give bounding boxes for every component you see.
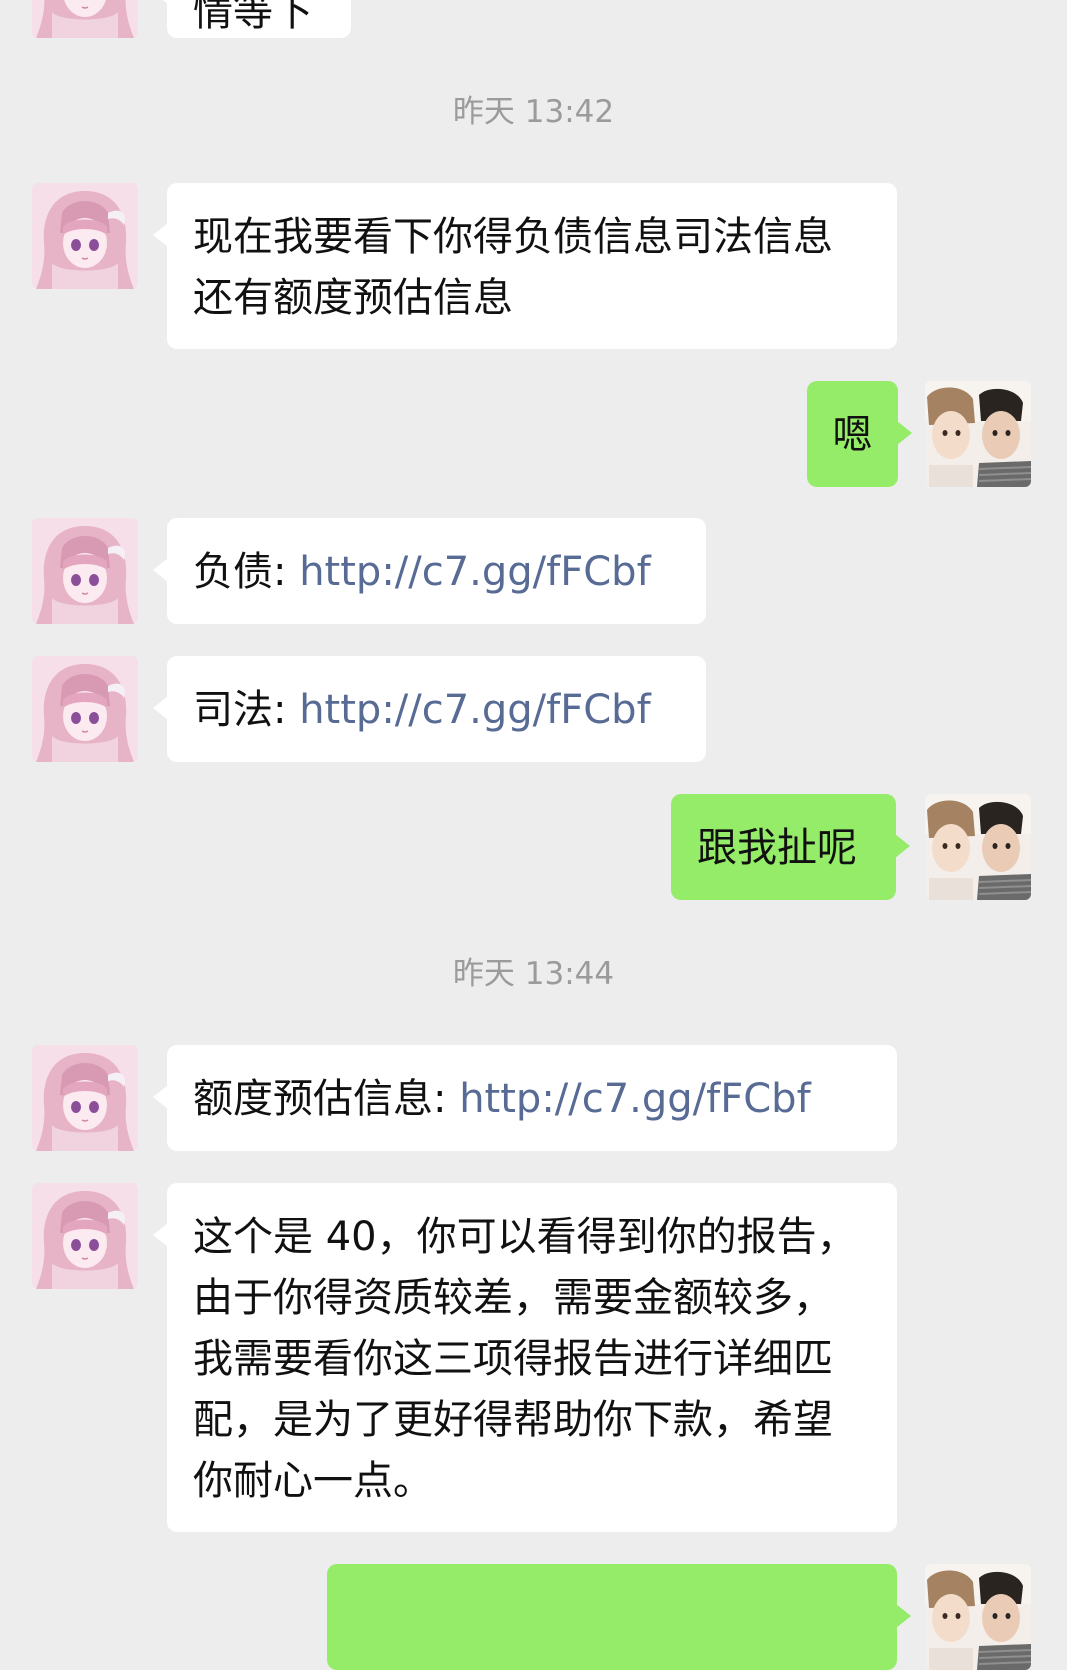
message-bubble-sent[interactable]: 嗯 (807, 381, 912, 487)
timestamp: 昨天 13:42 (452, 94, 615, 130)
message-bubble-sent[interactable]: 跟我扯呢 (671, 794, 910, 900)
message-label: 额度预估信息: (193, 1076, 460, 1122)
message-bubble[interactable]: 额度预估信息: http://c7.gg/fFCbf (153, 1045, 897, 1151)
message-label: 负债: (193, 549, 300, 595)
message-text: 嗯 (832, 412, 873, 458)
message-text: 现在我要看下你得负债信息司法信息还有额度预估信息 (193, 214, 833, 321)
message-text: 跟我扯呢 (697, 825, 857, 871)
message-link[interactable]: http://c7.gg/fFCbf (299, 687, 650, 733)
couple-photo-avatar-icon (925, 794, 1031, 900)
message-bubble[interactable]: 负债: http://c7.gg/fFCbf (153, 518, 706, 624)
anime-girl-avatar-icon (32, 1045, 138, 1151)
anime-girl-avatar-icon (32, 183, 138, 289)
message-bubble[interactable]: 司法: http://c7.gg/fFCbf (153, 656, 706, 762)
self-avatar[interactable] (925, 794, 1031, 900)
anime-girl-avatar-icon (32, 518, 138, 624)
anime-girl-avatar-icon (32, 656, 138, 762)
self-avatar[interactable] (925, 381, 1031, 487)
anime-girl-avatar-icon (32, 0, 138, 38)
contact-avatar[interactable] (32, 183, 138, 289)
message-label: 司法: (193, 687, 300, 733)
anime-girl-avatar-icon (32, 1183, 138, 1289)
contact-avatar[interactable] (32, 656, 138, 762)
message-text: 情等下 (193, 0, 313, 35)
contact-avatar[interactable] (32, 1183, 138, 1289)
message-bubble[interactable]: 现在我要看下你得负债信息司法信息还有额度预估信息 (153, 183, 897, 349)
message-link[interactable]: http://c7.gg/fFCbf (299, 549, 650, 595)
couple-photo-avatar-icon (925, 1564, 1031, 1670)
self-avatar[interactable] (925, 1564, 1031, 1670)
message-text: 这个是 40，你可以看得到你的报告，由于你得资质较差，需要金额较多，我需要看你这… (193, 1214, 857, 1504)
message-bubble-partial[interactable]: 情等下 (153, 0, 351, 38)
message-bubble[interactable]: 这个是 40，你可以看得到你的报告，由于你得资质较差，需要金额较多，我需要看你这… (153, 1183, 897, 1532)
contact-avatar[interactable] (32, 0, 138, 38)
contact-avatar[interactable] (32, 1045, 138, 1151)
couple-photo-avatar-icon (925, 381, 1031, 487)
timestamp: 昨天 13:44 (452, 956, 615, 992)
contact-avatar[interactable] (32, 518, 138, 624)
message-bubble-sent-partial[interactable] (327, 1564, 911, 1670)
message-link[interactable]: http://c7.gg/fFCbf (459, 1076, 810, 1122)
